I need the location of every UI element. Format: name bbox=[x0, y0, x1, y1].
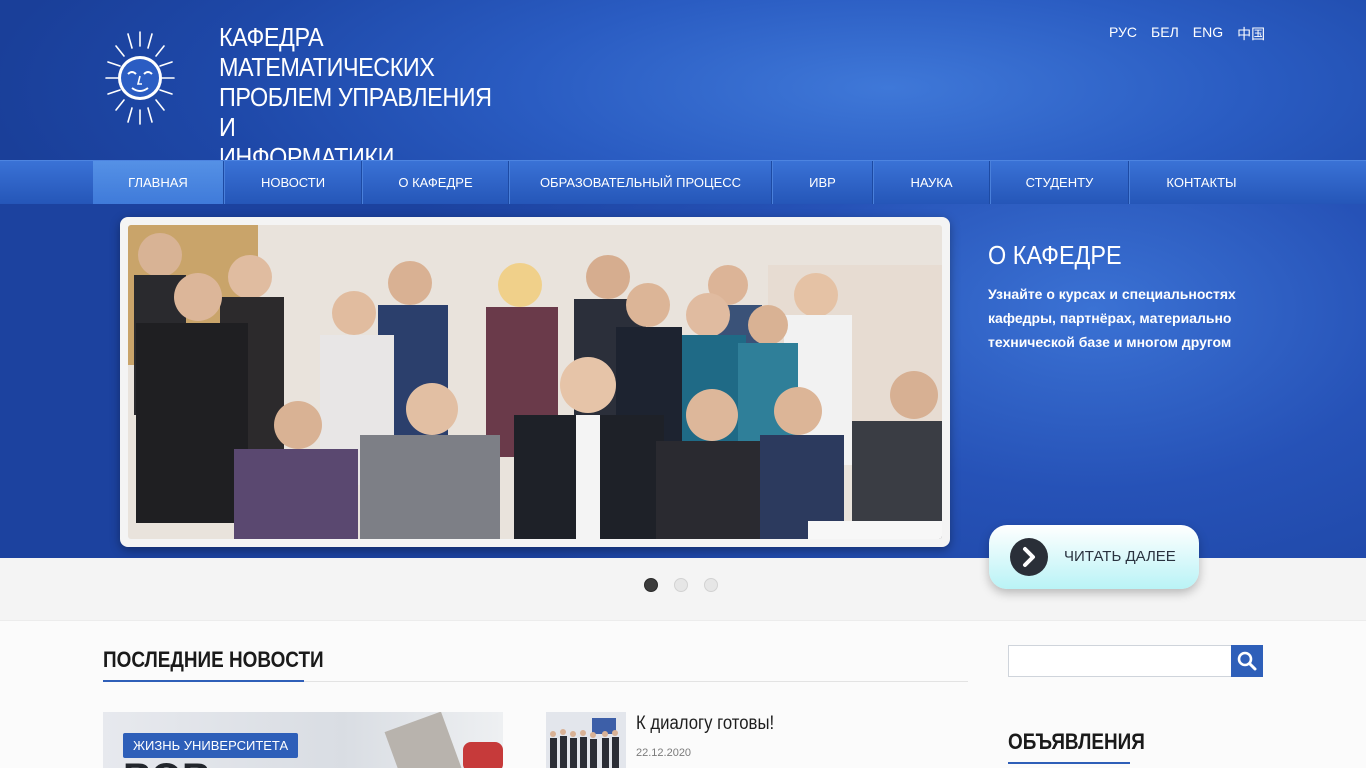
news-thumbnail[interactable] bbox=[546, 712, 626, 768]
search-button[interactable] bbox=[1231, 645, 1263, 677]
news-item-date: 22.12.2020 bbox=[636, 747, 692, 759]
search-input[interactable] bbox=[1008, 645, 1232, 677]
language-switcher: РУС БЕЛ ENG 中国 bbox=[1109, 24, 1265, 44]
read-more-label: ЧИТАТЬ ДАЛЕЕ bbox=[1064, 548, 1176, 565]
site-header: КАФЕДРА МАТЕМАТИЧЕСКИХ ПРОБЛЕМ УПРАВЛЕНИ… bbox=[0, 0, 1366, 172]
search-icon bbox=[1237, 651, 1257, 671]
latest-news-heading: ПОСЛЕДНИЕ НОВОСТИ bbox=[103, 647, 324, 672]
nav-item-science[interactable]: НАУКА bbox=[873, 161, 990, 205]
group-photo bbox=[128, 225, 942, 539]
nav-item-contacts[interactable]: КОНТАКТЫ bbox=[1129, 161, 1273, 205]
announcements-accent-line bbox=[1008, 762, 1130, 764]
nav-item-ivr[interactable]: ИВР bbox=[772, 161, 873, 205]
nav-item-home[interactable]: ГЛАВНАЯ bbox=[93, 161, 224, 205]
chevron-right-icon bbox=[1010, 538, 1048, 576]
lang-be-link[interactable]: БЕЛ bbox=[1151, 24, 1179, 44]
slider-dot-2[interactable] bbox=[674, 578, 688, 592]
slide-title: О КАФЕДРЕ bbox=[988, 240, 1122, 270]
news-item-title[interactable]: К диалогу готовы! bbox=[636, 713, 774, 735]
section-accent-line bbox=[103, 680, 304, 682]
slider-dot-3[interactable] bbox=[704, 578, 718, 592]
nav-item-news[interactable]: НОВОСТИ bbox=[224, 161, 362, 205]
site-title[interactable]: КАФЕДРА МАТЕМАТИЧЕСКИХ ПРОБЛЕМ УПРАВЛЕНИ… bbox=[219, 22, 507, 172]
slider-dots bbox=[644, 578, 718, 592]
sun-face-logo-icon[interactable] bbox=[104, 28, 176, 128]
nav-item-students[interactable]: СТУДЕНТУ bbox=[990, 161, 1129, 205]
main-navigation: ГЛАВНАЯ НОВОСТИ О КАФЕДРЕ ОБРАЗОВАТЕЛЬНЫ… bbox=[0, 160, 1366, 205]
site-title-line: КАФЕДРА bbox=[219, 22, 324, 52]
nav-item-about[interactable]: О КАФЕДРЕ bbox=[362, 161, 509, 205]
lang-ru-link[interactable]: РУС bbox=[1109, 24, 1137, 44]
site-title-line: ПРОБЛЕМ УПРАВЛЕНИЯ И bbox=[219, 82, 492, 142]
slider-dot-1[interactable] bbox=[644, 578, 658, 592]
slide-description: Узнайте о курсах и специальностях кафедр… bbox=[988, 286, 1236, 350]
read-more-button[interactable]: ЧИТАТЬ ДАЛЕЕ bbox=[989, 525, 1199, 589]
announcements-heading: ОБЪЯВЛЕНИЯ bbox=[1008, 729, 1145, 754]
lang-en-link[interactable]: ENG bbox=[1193, 24, 1223, 44]
news-category-badge[interactable]: ЖИЗНЬ УНИВЕРСИТЕТА bbox=[123, 733, 299, 758]
lang-zh-link[interactable]: 中国 bbox=[1237, 24, 1265, 44]
nav-item-education[interactable]: ОБРАЗОВАТЕЛЬНЫЙ ПРОЦЕСС bbox=[509, 161, 772, 205]
site-title-line: МАТЕМАТИЧЕСКИХ bbox=[219, 52, 435, 82]
slide-photo-frame[interactable] bbox=[120, 217, 950, 547]
hero-slider: О КАФЕДРЕ Узнайте о курсах и специальнос… bbox=[0, 204, 1366, 558]
